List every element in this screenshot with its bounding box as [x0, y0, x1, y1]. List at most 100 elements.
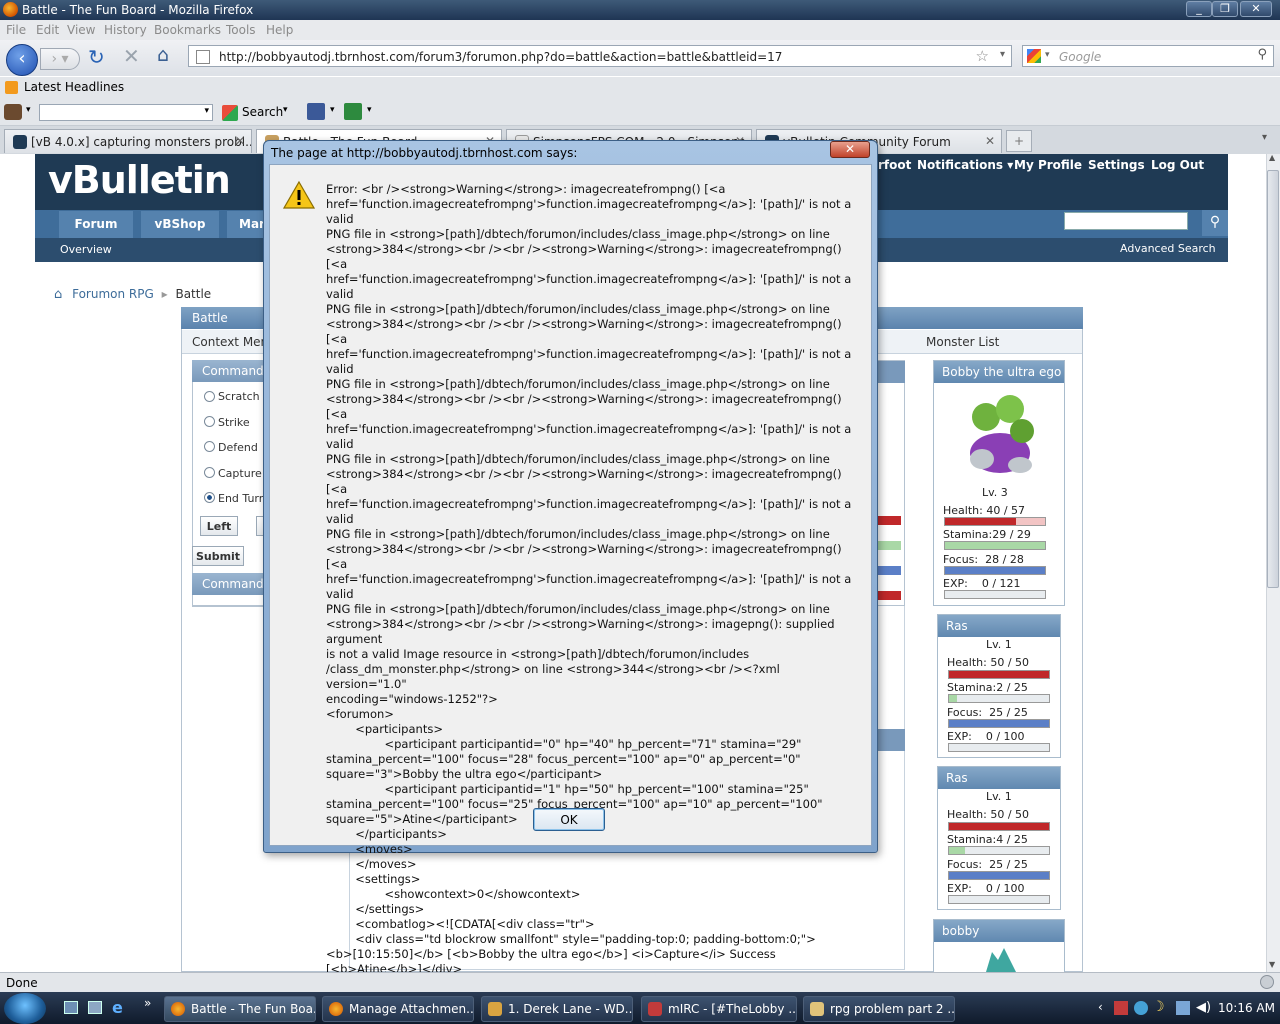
minimize-button[interactable]: _: [1186, 1, 1212, 17]
taskbar-item-mirc[interactable]: mIRC - [#TheLobby ...: [641, 996, 797, 1022]
health-value: 50 / 50: [990, 808, 1030, 821]
quicklaunch-more-icon[interactable]: »: [144, 996, 151, 1010]
tray-moon-icon[interactable]: ☽: [1152, 999, 1165, 1015]
stop-icon[interactable]: ✕: [123, 44, 140, 68]
notifications-link[interactable]: Notifications ▾: [917, 158, 1013, 172]
bookmarks-toolbar: Latest Headlines: [0, 77, 1280, 99]
switch-windows-icon[interactable]: [88, 1001, 102, 1014]
reload-icon[interactable]: ↻: [88, 45, 105, 69]
screen-options-icon[interactable]: ▾: [367, 105, 372, 115]
close-window-button[interactable]: ✕: [1240, 1, 1272, 17]
start-button[interactable]: [4, 993, 46, 1024]
new-tab-button[interactable]: +: [1006, 130, 1032, 152]
menu-file[interactable]: File: [6, 23, 26, 37]
screen-icon[interactable]: [344, 103, 362, 120]
back-button[interactable]: ‹: [6, 44, 38, 76]
monster-level: Lv. 3: [982, 486, 1008, 499]
menu-edit[interactable]: Edit: [36, 23, 59, 37]
tray-bluetooth-icon[interactable]: [1134, 1001, 1148, 1015]
url-bar[interactable]: http://bobbyautodj.tbrnhost.com/forum3/f…: [188, 45, 1012, 67]
monster-card[interactable]: Bobby the ultra ego Lv. 3 Health: 40 / 5…: [933, 360, 1065, 606]
menu-history[interactable]: History: [104, 23, 147, 37]
tab-vb-capturing[interactable]: [vB 4.0.x] capturing monsters probl... ✕: [4, 129, 252, 153]
taskbar-item-attachments[interactable]: Manage Attachmen...: [322, 996, 474, 1022]
log-out-link[interactable]: Log Out: [1151, 158, 1204, 172]
nav-tab-forum[interactable]: Forum: [59, 211, 133, 238]
overview-link[interactable]: Overview: [60, 243, 112, 256]
taskbar-item-derek-lane[interactable]: 1. Derek Lane - WD...: [481, 996, 633, 1022]
health-label: Health:: [947, 656, 987, 669]
tray-network-icon[interactable]: [1176, 1001, 1190, 1015]
ok-button[interactable]: OK: [533, 808, 605, 831]
search-options-icon[interactable]: ▾: [283, 105, 288, 115]
taskbar-item-rpg-problem[interactable]: rpg problem part 2 ...: [803, 996, 955, 1022]
tab-list-icon[interactable]: ▾: [1262, 132, 1267, 143]
monster-card[interactable]: bobby: [933, 919, 1065, 972]
scrollbar-thumb[interactable]: [1267, 170, 1279, 588]
scroll-up-icon[interactable]: ▲: [1269, 153, 1275, 162]
breadcrumb: ⌂ Forumon RPG ▸ Battle: [54, 287, 211, 302]
search-icon[interactable]: ⚲: [1257, 47, 1267, 62]
radio-scratch[interactable]: [204, 391, 215, 402]
toolbar-logo-icon[interactable]: [4, 104, 22, 120]
breadcrumb-forumon-rpg[interactable]: Forumon RPG: [72, 287, 154, 301]
monster-card[interactable]: Ras Lv. 1 Health: 50 / 50 Stamina:2 / 25…: [937, 614, 1061, 758]
star-icon[interactable]: ☆: [976, 47, 989, 65]
focus-label: Focus:: [947, 858, 983, 871]
forward-button[interactable]: › ▾: [40, 48, 80, 70]
health-fill: [949, 823, 1049, 830]
scroll-down-icon[interactable]: ▼: [1269, 960, 1275, 969]
toolbar-search-field[interactable]: ▾: [39, 104, 213, 121]
tray-expand-icon[interactable]: ‹: [1098, 1000, 1103, 1014]
engine-dropdown-icon[interactable]: ▾: [1045, 50, 1050, 60]
vb-search-input[interactable]: [1064, 212, 1188, 230]
stamina-label: Stamina:: [947, 681, 997, 694]
close-tab-icon[interactable]: ✕: [985, 134, 995, 148]
status-icon[interactable]: [1260, 975, 1274, 989]
monster-card[interactable]: Ras Lv. 1 Health: 50 / 50 Stamina:4 / 25…: [937, 766, 1061, 910]
nav-tab-vbshop[interactable]: vBShop: [141, 211, 219, 238]
show-desktop-icon[interactable]: [64, 1001, 78, 1014]
my-profile-link[interactable]: My Profile: [1014, 158, 1082, 172]
advanced-search-link[interactable]: Advanced Search: [1120, 242, 1216, 255]
taskbar-item-battle[interactable]: Battle - The Fun Boa...: [164, 996, 316, 1022]
settings-link[interactable]: Settings: [1088, 158, 1145, 172]
menu-view[interactable]: View: [67, 23, 95, 37]
partial-link[interactable]: rfoot: [878, 158, 911, 172]
vb-search-icon[interactable]: ⚲: [1202, 210, 1228, 236]
radio-defend[interactable]: [204, 441, 215, 452]
taskbar-clock[interactable]: 10:16 AM: [1218, 1001, 1275, 1015]
tray-mirc-icon[interactable]: [1114, 1001, 1128, 1015]
submit-button[interactable]: Submit: [192, 546, 244, 566]
url-dropdown-icon[interactable]: ▾: [1000, 49, 1005, 60]
home-icon[interactable]: ⌂: [54, 287, 62, 302]
toolbar-search-button[interactable]: Search: [242, 105, 283, 119]
menu-help[interactable]: Help: [266, 23, 293, 37]
close-tab-icon[interactable]: ✕: [235, 134, 245, 148]
vbulletin-favicon: [13, 135, 27, 149]
search-input[interactable]: ▾ Google ⚲: [1022, 45, 1274, 67]
radio-capture[interactable]: [204, 467, 215, 478]
tray-volume-icon[interactable]: ◀): [1196, 1000, 1211, 1015]
maximize-button[interactable]: ❐: [1212, 1, 1238, 17]
health-fill: [949, 671, 1049, 678]
toolbar-field-dropdown-icon[interactable]: ▾: [204, 106, 209, 116]
menu-tools[interactable]: Tools: [226, 23, 256, 37]
addon-toolbar: ▾ ▾ Search ▾ ▾ ▾: [0, 99, 1280, 126]
latest-headlines-link[interactable]: Latest Headlines: [24, 80, 124, 94]
radio-strike[interactable]: [204, 416, 215, 427]
vbulletin-logo[interactable]: vBulletin: [48, 158, 231, 202]
toolbar-dropdown-icon[interactable]: ▾: [26, 105, 31, 115]
dialog-close-button[interactable]: ✕: [830, 141, 870, 158]
exp-label: EXP:: [947, 882, 972, 895]
home-icon[interactable]: ⌂: [157, 44, 169, 66]
monitor-icon[interactable]: [307, 103, 325, 120]
left-button[interactable]: Left: [200, 516, 238, 536]
monitor-options-icon[interactable]: ▾: [330, 105, 335, 115]
menu-bookmarks[interactable]: Bookmarks: [154, 23, 221, 37]
focus-value: 25 / 25: [989, 858, 1028, 871]
focus-value: 25 / 25: [989, 706, 1028, 719]
internet-explorer-icon[interactable]: e: [112, 998, 123, 1017]
stamina-value: 29 / 29: [992, 528, 1031, 541]
radio-end-turn[interactable]: [204, 492, 215, 503]
